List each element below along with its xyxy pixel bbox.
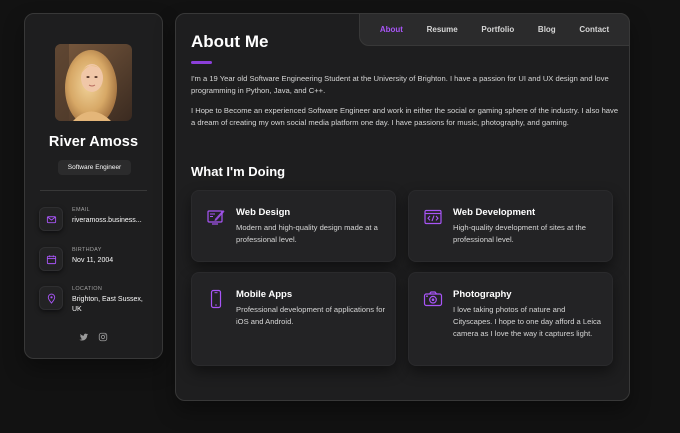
mobile-icon [206, 289, 226, 309]
service-card-mobile-apps: Mobile Apps Professional development of … [191, 272, 396, 366]
section-title: What I'm Doing [191, 164, 286, 179]
location-value: Brighton, East Sussex, UK [72, 296, 143, 313]
sidebar-divider [40, 190, 147, 191]
email-label: Email [72, 207, 91, 213]
sidebar: River Amoss Software Engineer Email rive… [24, 13, 163, 359]
nav-resume[interactable]: Resume [427, 25, 458, 34]
service-text: High-quality development of sites at the… [453, 223, 586, 245]
service-text: Modern and high-quality design made at a… [236, 223, 378, 245]
twitter-icon[interactable] [79, 332, 89, 342]
mail-icon [39, 207, 63, 231]
contact-email[interactable]: Email riveramoss.business... [39, 207, 157, 235]
service-text: Professional development of applications… [236, 305, 386, 327]
title-underline [191, 61, 212, 64]
email-value[interactable]: riveramoss.business... [72, 216, 154, 226]
birthday-value: Nov 11, 2004 [72, 257, 114, 264]
profile-name: River Amoss [48, 134, 139, 150]
location-pin-icon [39, 286, 63, 310]
service-title: Photography [453, 289, 512, 300]
contact-birthday: Birthday Nov 11, 2004 [39, 247, 157, 275]
navbar: About Resume Portfolio Blog Contact [359, 13, 630, 46]
service-card-web-design: Web Design Modern and high-quality desig… [191, 190, 396, 262]
web-design-icon [206, 207, 226, 227]
location-label: Location [72, 286, 103, 292]
nav-portfolio[interactable]: Portfolio [481, 25, 514, 34]
job-title-badge: Software Engineer [58, 160, 131, 175]
service-title: Web Development [453, 207, 536, 218]
web-development-icon [423, 207, 443, 227]
avatar [55, 44, 132, 121]
social-links [25, 332, 162, 342]
service-title: Web Design [236, 207, 291, 218]
nav-about[interactable]: About [380, 25, 403, 34]
camera-icon [423, 289, 443, 309]
page-title: About Me [191, 32, 269, 51]
instagram-icon[interactable] [98, 332, 108, 342]
nav-contact[interactable]: Contact [579, 25, 609, 34]
service-card-web-development: Web Development High-quality development… [408, 190, 613, 262]
service-card-photography: Photography I love taking photos of natu… [408, 272, 613, 366]
service-text: I love taking photos of nature and Citys… [453, 305, 602, 339]
contact-location: Location Brighton, East Sussex, UK [39, 286, 157, 314]
service-title: Mobile Apps [236, 289, 293, 300]
main-content: About Resume Portfolio Blog Contact Abou… [175, 13, 630, 401]
calendar-icon [39, 247, 63, 271]
nav-blog[interactable]: Blog [538, 25, 556, 34]
birthday-label: Birthday [72, 247, 102, 253]
about-paragraph-1: I'm a 19 Year old Software Engineering S… [191, 74, 609, 96]
about-paragraph-2: I Hope to Become an experienced Software… [191, 106, 619, 128]
